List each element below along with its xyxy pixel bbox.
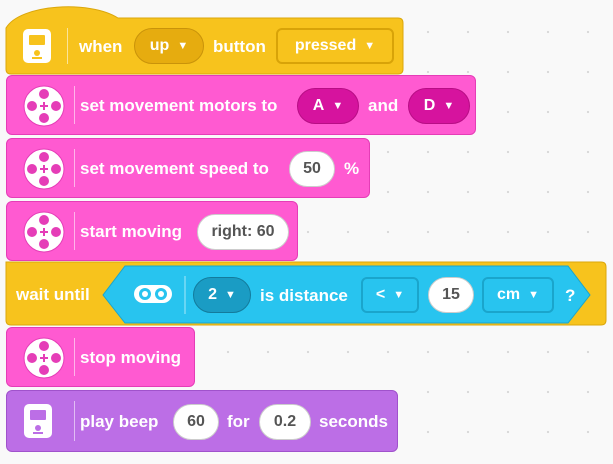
unit-value: cm: [496, 286, 521, 303]
motor-a-dropdown[interactable]: A ▼: [297, 88, 359, 124]
state-dropdown[interactable]: pressed ▼: [276, 28, 394, 64]
seconds-label: seconds: [319, 412, 388, 431]
block-divider: [74, 149, 75, 187]
set-movement-speed-block[interactable]: set movement speed to 50 %: [6, 138, 370, 198]
speed-unit-label: %: [344, 159, 360, 178]
start-moving-block[interactable]: start moving right: 60: [6, 201, 298, 261]
chevron-down-icon: ▼: [177, 40, 189, 52]
play-beep-block[interactable]: play beep 60 for 0.2 seconds: [6, 390, 398, 452]
set-movement-motors-block[interactable]: set movement motors to A ▼ and D ▼: [6, 75, 476, 135]
hub-icon: [23, 29, 51, 63]
set-speed-label: set movement speed to: [80, 159, 269, 178]
button-dropdown-value: up: [149, 37, 170, 54]
play-beep-label: play beep: [80, 412, 159, 431]
chevron-down-icon: ▼: [443, 100, 455, 112]
motor-a-value: A: [312, 97, 325, 114]
for-label: for: [227, 412, 250, 431]
sensor-port-dropdown[interactable]: 2 ▼: [193, 277, 251, 313]
beep-duration-value: 0.2: [273, 413, 297, 430]
wait-until-label: wait until: [16, 285, 90, 304]
hub-icon: [24, 404, 52, 438]
sensor-port-value: 2: [208, 286, 217, 303]
speed-value: 50: [303, 160, 321, 177]
block-divider: [74, 86, 75, 124]
block-divider: [74, 401, 75, 441]
chevron-down-icon: ▼: [364, 40, 376, 52]
direction-value: right: 60: [211, 223, 275, 240]
and-label: and: [368, 96, 399, 115]
chevron-down-icon: ▼: [225, 289, 236, 301]
beep-note-value: 60: [187, 413, 205, 430]
block-divider: [74, 338, 75, 376]
button-label: button: [213, 37, 266, 56]
distance-sensor-icon: [134, 285, 172, 303]
stop-moving-block[interactable]: stop moving: [6, 327, 195, 387]
question-mark-label: ?: [565, 286, 576, 305]
chevron-down-icon: ▼: [528, 289, 539, 301]
beep-duration-input[interactable]: 0.2: [259, 404, 311, 440]
chevron-down-icon: ▼: [393, 289, 405, 301]
motor-b-dropdown[interactable]: D ▼: [408, 88, 470, 124]
comparator-dropdown[interactable]: < ▼: [361, 277, 419, 313]
motor-icon: [23, 85, 65, 127]
motor-icon: [23, 337, 65, 379]
stop-moving-label: stop moving: [80, 348, 182, 367]
when-block[interactable]: when up ▼ button pressed ▼: [6, 18, 403, 74]
button-dropdown[interactable]: up ▼: [134, 28, 204, 64]
motor-b-value: D: [423, 97, 436, 114]
comparator-value: <: [375, 286, 386, 303]
block-divider: [74, 212, 75, 250]
when-label: when: [79, 37, 123, 56]
motor-icon: [23, 148, 65, 190]
is-distance-label: is distance: [260, 286, 348, 305]
set-motors-label: set movement motors to: [80, 96, 278, 115]
distance-value: 15: [442, 286, 460, 303]
speed-input[interactable]: 50: [289, 151, 335, 187]
beep-note-input[interactable]: 60: [173, 404, 219, 440]
unit-dropdown[interactable]: cm ▼: [482, 277, 554, 313]
distance-value-input[interactable]: 15: [428, 277, 474, 313]
chevron-down-icon: ▼: [332, 100, 344, 112]
state-dropdown-value: pressed: [294, 37, 357, 54]
start-moving-label: start moving: [80, 222, 183, 241]
motor-icon: [23, 211, 65, 253]
direction-input[interactable]: right: 60: [197, 214, 289, 250]
